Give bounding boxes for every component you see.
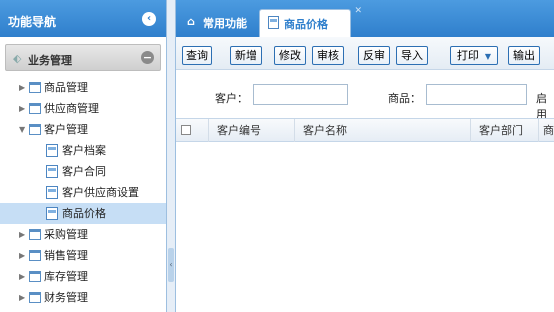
tree-item-label: 客户管理 [44, 123, 88, 136]
tree-item-product-price[interactable]: 商品价格 [0, 203, 166, 224]
tree-item-label: 销售管理 [44, 249, 88, 262]
tree-item-finance-management[interactable]: ▶ 财务管理 [0, 287, 166, 308]
tree-item-label: 客户供应商设置 [62, 186, 139, 199]
tree-item-customer-supplier-settings[interactable]: 客户供应商设置 [0, 182, 166, 203]
dropdown-caret-icon[interactable]: ▼ [485, 48, 491, 65]
folder-icon [29, 250, 41, 261]
tab-common-functions[interactable]: ⌂ 常用功能 [179, 9, 255, 37]
customer-input[interactable] [253, 84, 348, 105]
edit-button[interactable]: 修改 [274, 46, 306, 65]
tree-item-label: 采购管理 [44, 228, 88, 241]
expand-arrow-icon[interactable]: ▶ [19, 224, 25, 245]
folder-icon [29, 292, 41, 303]
collapse-arrow-icon[interactable]: ▼ [19, 119, 25, 140]
splitter-handle-icon[interactable]: ‹ [168, 248, 174, 282]
tree-item-label: 商品管理 [44, 81, 88, 94]
file-icon [268, 16, 279, 29]
tree-item-label: 商品价格 [62, 207, 106, 220]
main-content: ⌂ 常用功能 商品价格 ✕ 查询 新增 修改 审核 反审 导入 打印 ▼ 输出 客… [176, 0, 554, 312]
tree-item-sales-management[interactable]: ▶ 销售管理 [0, 245, 166, 266]
nav-header: 功能导航 ‹ [0, 0, 166, 37]
tree-item-customer-profile[interactable]: 客户档案 [0, 140, 166, 161]
home-icon: ⌂ [187, 15, 195, 28]
close-icon[interactable]: ✕ [354, 6, 362, 16]
folder-icon [29, 103, 41, 114]
product-label: 商品： [388, 92, 421, 105]
folder-icon [29, 271, 41, 282]
customer-label: 客户： [215, 92, 248, 105]
import-button[interactable]: 导入 [396, 46, 428, 65]
folder-icon [29, 82, 41, 93]
toolbar: 查询 新增 修改 审核 反审 导入 打印 ▼ 输出 [176, 37, 554, 70]
nav-tree: ▶ 商品管理 ▶ 供应商管理 ▼ 客户管理 客户档案 客户合同 客户供应商设置 [0, 77, 166, 308]
file-icon [46, 165, 58, 178]
tree-item-label: 财务管理 [44, 291, 88, 304]
tree-item-customer-management[interactable]: ▼ 客户管理 [0, 119, 166, 140]
tree-item-customer-contract[interactable]: 客户合同 [0, 161, 166, 182]
tree-item-inventory-management[interactable]: ▶ 库存管理 [0, 266, 166, 287]
tab-product-price[interactable]: 商品价格 ✕ [259, 6, 362, 37]
file-icon [46, 186, 58, 199]
tree-item-product-management[interactable]: ▶ 商品管理 [0, 77, 166, 98]
add-button[interactable]: 新增 [230, 46, 262, 65]
group-bar-business[interactable]: ⬖ 业务管理 − [5, 44, 161, 71]
chevron-left-icon[interactable]: ‹ [142, 12, 156, 26]
expand-arrow-icon[interactable]: ▶ [19, 245, 25, 266]
file-icon [46, 207, 58, 220]
expand-arrow-icon[interactable]: ▶ [19, 98, 25, 119]
col-customer-name[interactable]: 客户名称 [295, 119, 471, 142]
tree-item-purchase-management[interactable]: ▶ 采购管理 [0, 224, 166, 245]
tree-item-supplier-management[interactable]: ▶ 供应商管理 [0, 98, 166, 119]
col-customer-code[interactable]: 客户编号 [209, 119, 295, 142]
tree-item-label: 供应商管理 [44, 102, 99, 115]
panel-splitter[interactable]: ‹ [167, 0, 176, 312]
tree-item-label: 客户档案 [62, 144, 106, 157]
grid-header: 客户编号 客户名称 客户部门 商 [176, 118, 554, 142]
col-customer-department[interactable]: 客户部门 [471, 119, 539, 142]
grid-body [176, 142, 554, 312]
nav-title: 功能导航 [8, 15, 57, 29]
folder-icon [29, 229, 41, 240]
tree-item-label: 客户合同 [62, 165, 106, 178]
tag-icon: ⬖ [13, 52, 22, 65]
print-button[interactable]: 打印 ▼ [450, 46, 498, 65]
print-button-label: 打印 [456, 49, 479, 62]
file-icon [46, 144, 58, 157]
folder-open-icon [29, 124, 41, 135]
tab-bar: ⌂ 常用功能 商品价格 ✕ [176, 0, 554, 37]
expand-arrow-icon[interactable]: ▶ [19, 266, 25, 287]
select-all-checkbox-cell [176, 119, 209, 142]
left-nav-panel: 功能导航 ‹ ⬖ 业务管理 − ▶ 商品管理 ▶ 供应商管理 ▼ 客户管理 客户… [0, 0, 167, 312]
search-row: 客户： 商品： 启用 [176, 70, 554, 121]
tree-item-label: 库存管理 [44, 270, 88, 283]
select-all-checkbox[interactable] [181, 125, 191, 135]
tab-label: 商品价格 [284, 18, 328, 31]
expand-arrow-icon[interactable]: ▶ [19, 287, 25, 308]
audit-button[interactable]: 审核 [312, 46, 344, 65]
tab-label: 常用功能 [203, 17, 247, 30]
query-button[interactable]: 查询 [182, 46, 212, 65]
group-title: 业务管理 [28, 54, 72, 67]
expand-arrow-icon[interactable]: ▶ [19, 77, 25, 98]
unaudit-button[interactable]: 反审 [358, 46, 390, 65]
col-product[interactable]: 商 [539, 119, 554, 142]
export-button[interactable]: 输出 [508, 46, 540, 65]
collapse-group-icon[interactable]: − [141, 51, 154, 64]
product-input[interactable] [426, 84, 527, 105]
